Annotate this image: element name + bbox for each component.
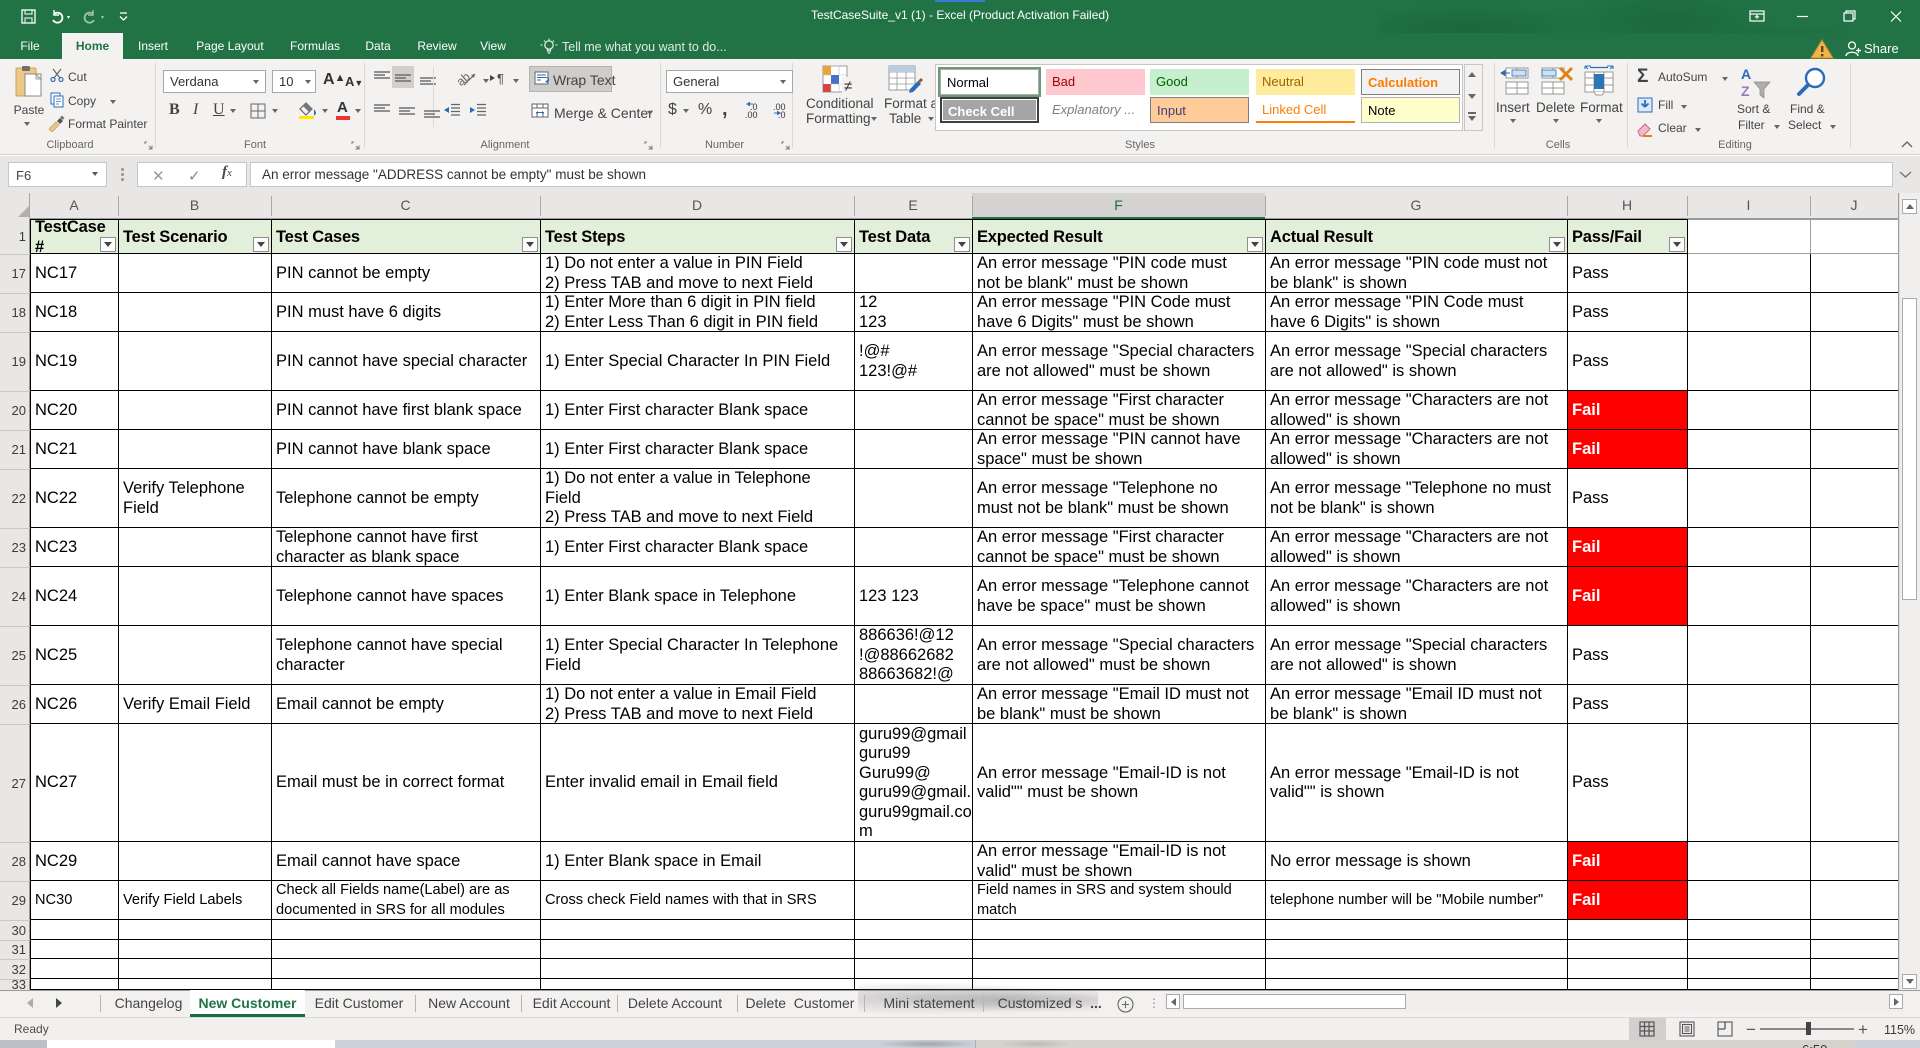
svg-text:A: A [1741, 66, 1751, 82]
svg-text:¶: ¶ [497, 71, 504, 85]
svg-text:.0: .0 [778, 110, 786, 119]
svg-text:≠: ≠ [844, 78, 852, 95]
svg-text:.00: .00 [745, 110, 758, 119]
svg-text:Z: Z [1741, 83, 1750, 99]
